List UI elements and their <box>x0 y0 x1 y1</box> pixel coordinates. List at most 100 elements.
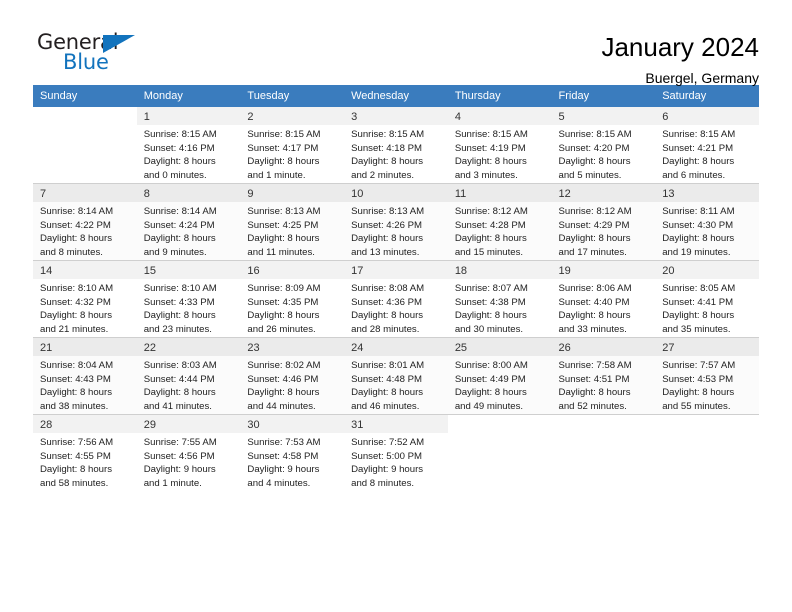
daylight-duration-line1: Daylight: 8 hours <box>40 310 112 322</box>
sunrise-time: Sunrise: 7:58 AM <box>558 360 632 371</box>
day-number: 31 <box>344 415 448 433</box>
calendar-day-cell[interactable]: 16 Sunrise: 8:09 AM Sunset: 4:35 PM Dayligh… <box>240 260 345 338</box>
daylight-duration-line1: Daylight: 8 hours <box>454 387 527 399</box>
day-details: Sunrise: 8:15 AM Sunset: 4:20 PM Daylight:… <box>552 125 656 182</box>
day-number: 23 <box>240 338 345 356</box>
sunrise-time: Sunrise: 7:52 AM <box>351 437 425 448</box>
weekday-header-sunday: Sunday <box>33 85 137 107</box>
daylight-duration-line1: Daylight: 8 hours <box>40 387 112 399</box>
calendar-week-row: 1 Sunrise: 8:15 AM Sunset: 4:16 PM Daylight… <box>33 107 759 184</box>
calendar-day-cell[interactable]: 19 Sunrise: 8:06 AM Sunset: 4:40 PM Dayligh… <box>551 260 656 338</box>
day-details: Sunrise: 7:58 AM Sunset: 4:51 PM Daylight:… <box>552 356 656 413</box>
daylight-duration-line1: Daylight: 8 hours <box>454 156 527 168</box>
calendar-day-cell[interactable]: 10 Sunrise: 8:13 AM Sunset: 4:26 PM Dayligh… <box>344 183 448 261</box>
daylight-duration-line1: Daylight: 8 hours <box>247 156 320 168</box>
calendar-day-cell[interactable]: 20 Sunrise: 8:05 AM Sunset: 4:41 PM Dayligh… <box>655 260 759 338</box>
day-details: Sunrise: 8:00 AM Sunset: 4:49 PM Daylight:… <box>448 356 552 413</box>
day-number: 9 <box>240 184 345 202</box>
day-details: Sunrise: 8:15 AM Sunset: 4:19 PM Daylight:… <box>448 125 552 182</box>
calendar-day-cell[interactable]: 17 Sunrise: 8:08 AM Sunset: 4:36 PM Dayligh… <box>344 260 448 338</box>
sunset-time: Sunset: 4:26 PM <box>351 219 423 231</box>
calendar-day-cell[interactable]: 26 Sunrise: 7:58 AM Sunset: 4:51 PM Dayligh… <box>551 337 656 415</box>
calendar-day-cell-empty <box>551 414 656 491</box>
day-number: 21 <box>33 338 137 356</box>
sunset-time: Sunset: 4:18 PM <box>351 142 423 154</box>
calendar-day-cell[interactable]: 7 Sunrise: 8:14 AM Sunset: 4:22 PM Daylight… <box>33 183 137 261</box>
calendar-day-cell[interactable]: 22 Sunrise: 8:03 AM Sunset: 4:44 PM Dayligh… <box>136 337 241 415</box>
daylight-duration-line2: and 1 minute. <box>247 169 306 181</box>
day-number: 16 <box>240 261 345 279</box>
calendar-day-cell[interactable]: 30 Sunrise: 7:53 AM Sunset: 4:58 PM Dayligh… <box>240 414 345 491</box>
sunset-time: Sunset: 4:38 PM <box>454 296 526 308</box>
calendar-day-cell[interactable]: 28 Sunrise: 7:56 AM Sunset: 4:55 PM Dayligh… <box>33 414 137 491</box>
daylight-duration-line1: Daylight: 8 hours <box>662 233 735 245</box>
daylight-duration-line1: Daylight: 8 hours <box>558 156 631 168</box>
sunrise-time: Sunrise: 8:10 AM <box>143 283 217 294</box>
day-number <box>655 415 759 433</box>
calendar-day-cell[interactable]: 1 Sunrise: 8:15 AM Sunset: 4:16 PM Daylight… <box>136 107 241 184</box>
day-details: Sunrise: 8:06 AM Sunset: 4:40 PM Daylight:… <box>552 279 656 336</box>
day-details: Sunrise: 8:12 AM Sunset: 4:28 PM Daylight:… <box>448 202 552 259</box>
calendar-day-cell[interactable]: 9 Sunrise: 8:13 AM Sunset: 4:25 PM Daylight… <box>240 183 345 261</box>
sunset-time: Sunset: 4:20 PM <box>558 142 630 154</box>
sunset-time: Sunset: 4:19 PM <box>454 142 526 154</box>
daylight-duration-line1: Daylight: 8 hours <box>143 156 216 168</box>
calendar-day-cell[interactable]: 31 Sunrise: 7:52 AM Sunset: 5:00 PM Dayligh… <box>344 414 448 491</box>
weekday-header-monday: Monday <box>136 85 241 107</box>
day-number: 12 <box>551 184 656 202</box>
daylight-duration-line1: Daylight: 8 hours <box>351 387 424 399</box>
sunrise-time: Sunrise: 8:11 AM <box>662 206 735 217</box>
sunset-time: Sunset: 4:49 PM <box>454 373 526 385</box>
calendar-day-cell[interactable]: 18 Sunrise: 8:07 AM Sunset: 4:38 PM Dayligh… <box>447 260 552 338</box>
daylight-duration-line2: and 9 minutes. <box>143 246 207 258</box>
calendar-day-cell[interactable]: 27 Sunrise: 7:57 AM Sunset: 4:53 PM Dayligh… <box>655 337 759 415</box>
daylight-duration-line1: Daylight: 8 hours <box>143 233 216 245</box>
day-number <box>552 415 656 433</box>
calendar-day-cell[interactable]: 13 Sunrise: 8:11 AM Sunset: 4:30 PM Dayligh… <box>655 183 759 261</box>
day-details: Sunrise: 8:13 AM Sunset: 4:25 PM Daylight:… <box>240 202 344 259</box>
calendar-day-cell[interactable]: 5 Sunrise: 8:15 AM Sunset: 4:20 PM Daylight… <box>551 107 656 184</box>
daylight-duration-line2: and 3 minutes. <box>454 169 518 181</box>
sunrise-time: Sunrise: 8:13 AM <box>247 206 321 217</box>
sunset-time: Sunset: 4:41 PM <box>662 296 734 308</box>
calendar-day-cell[interactable]: 11 Sunrise: 8:12 AM Sunset: 4:28 PM Dayligh… <box>447 183 552 261</box>
calendar-day-cell[interactable]: 24 Sunrise: 8:01 AM Sunset: 4:48 PM Dayligh… <box>344 337 448 415</box>
day-details: Sunrise: 8:12 AM Sunset: 4:29 PM Daylight:… <box>552 202 656 259</box>
daylight-duration-line2: and 30 minutes. <box>454 323 524 335</box>
sunset-time: Sunset: 4:30 PM <box>662 219 734 231</box>
day-number <box>33 107 137 125</box>
daylight-duration-line2: and 55 minutes. <box>662 400 731 412</box>
calendar-day-cell[interactable]: 25 Sunrise: 8:00 AM Sunset: 4:49 PM Dayligh… <box>447 337 552 415</box>
daylight-duration-line2: and 21 minutes. <box>40 323 109 335</box>
calendar-day-cell[interactable]: 6 Sunrise: 8:15 AM Sunset: 4:21 PM Daylight… <box>655 107 759 184</box>
day-number: 19 <box>551 261 656 279</box>
daylight-duration-line2: and 1 minute. <box>143 477 202 489</box>
day-number: 10 <box>344 184 448 202</box>
daylight-duration-line1: Daylight: 8 hours <box>351 310 424 322</box>
day-details: Sunrise: 7:56 AM Sunset: 4:55 PM Daylight:… <box>33 433 137 490</box>
sunset-time: Sunset: 4:56 PM <box>143 450 215 462</box>
sunrise-time: Sunrise: 8:01 AM <box>351 360 425 371</box>
calendar-day-cell[interactable]: 21 Sunrise: 8:04 AM Sunset: 4:43 PM Dayligh… <box>33 337 137 415</box>
calendar-day-cell[interactable]: 8 Sunrise: 8:14 AM Sunset: 4:24 PM Daylight… <box>136 183 241 261</box>
calendar-day-cell[interactable]: 29 Sunrise: 7:55 AM Sunset: 4:56 PM Dayligh… <box>136 414 241 491</box>
sunrise-time: Sunrise: 8:15 AM <box>454 129 528 140</box>
day-number: 25 <box>447 338 552 356</box>
calendar-day-cell[interactable]: 15 Sunrise: 8:10 AM Sunset: 4:33 PM Dayligh… <box>136 260 241 338</box>
sunrise-time: Sunrise: 8:15 AM <box>351 129 425 140</box>
weekday-header-thursday: Thursday <box>447 85 552 107</box>
general-blue-logo[interactable]: General Blue <box>33 30 143 76</box>
calendar-day-cell[interactable]: 23 Sunrise: 8:02 AM Sunset: 4:46 PM Dayligh… <box>240 337 345 415</box>
calendar-day-cell[interactable]: 4 Sunrise: 8:15 AM Sunset: 4:19 PM Daylight… <box>447 107 552 184</box>
calendar-day-cell[interactable]: 2 Sunrise: 8:15 AM Sunset: 4:17 PM Daylight… <box>240 107 345 184</box>
day-details: Sunrise: 8:10 AM Sunset: 4:33 PM Daylight:… <box>137 279 241 336</box>
day-number: 17 <box>344 261 448 279</box>
daylight-duration-line1: Daylight: 8 hours <box>454 310 527 322</box>
daylight-duration-line1: Daylight: 8 hours <box>558 233 631 245</box>
calendar-day-cell[interactable]: 3 Sunrise: 8:15 AM Sunset: 4:18 PM Daylight… <box>344 107 448 184</box>
calendar-day-cell[interactable]: 14 Sunrise: 8:10 AM Sunset: 4:32 PM Dayligh… <box>33 260 137 338</box>
calendar-week-row: 14 Sunrise: 8:10 AM Sunset: 4:32 PM Dayligh… <box>33 260 759 338</box>
day-details: Sunrise: 8:03 AM Sunset: 4:44 PM Daylight:… <box>137 356 241 413</box>
day-number: 24 <box>344 338 448 356</box>
calendar-day-cell[interactable]: 12 Sunrise: 8:12 AM Sunset: 4:29 PM Dayligh… <box>551 183 656 261</box>
